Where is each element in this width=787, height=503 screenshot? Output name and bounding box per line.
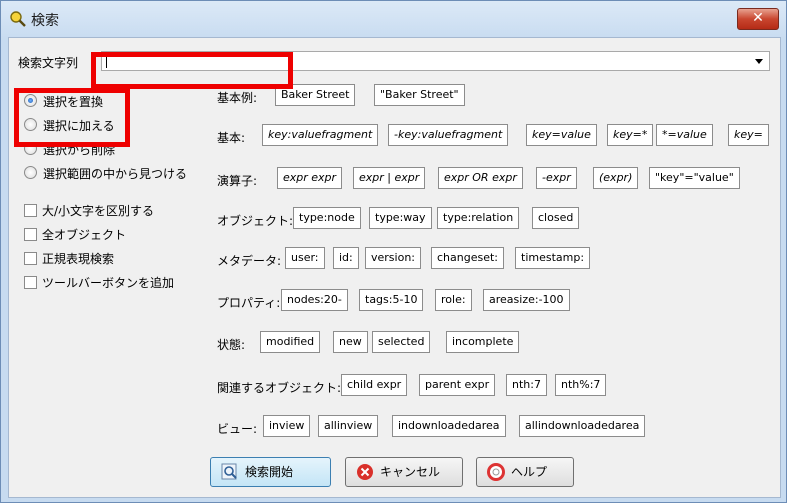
chip[interactable]: tags:5-10 [359, 289, 424, 311]
button-label: ヘルプ [511, 465, 548, 479]
chip-text: key= [734, 128, 763, 141]
chip[interactable]: -expr [536, 167, 577, 189]
chip[interactable]: "Baker Street" [374, 84, 465, 106]
chip-text: (expr) [599, 171, 633, 184]
checkbox-all-objects[interactable] [24, 228, 37, 241]
chip[interactable]: areasize:-100 [483, 289, 570, 311]
chip[interactable]: indownloadedarea [392, 415, 506, 437]
chevron-down-icon[interactable] [755, 59, 763, 64]
chip[interactable]: closed [532, 207, 580, 229]
chip[interactable]: expr OR expr [438, 167, 523, 189]
section-label-view: ビュー: [217, 422, 258, 436]
chip[interactable]: type:way [369, 207, 432, 229]
chip[interactable]: type:relation [437, 207, 520, 229]
chip-text: key=value [532, 128, 591, 141]
search-binoculars-icon [10, 11, 26, 27]
search-icon [221, 463, 237, 480]
help-button[interactable]: ヘルプ [476, 457, 574, 487]
checkbox-case-sensitive[interactable] [24, 204, 37, 217]
chip[interactable]: parent expr [419, 374, 496, 396]
button-label: 検索開始 [245, 465, 294, 479]
chip-text: expr OR expr [444, 171, 517, 184]
chip[interactable]: user: [285, 247, 325, 269]
checkbox-label: 大/小文字を区別する [42, 204, 155, 218]
section-label-basic-example: 基本例: [217, 91, 258, 105]
section-label-objects: オブジェクト: [217, 214, 294, 228]
chip-text: *=value [662, 128, 707, 141]
chip-text: expr expr [283, 171, 337, 184]
radio-label: 選択範囲の中から見つける [43, 167, 188, 181]
checkbox-label: ツールバーボタンを追加 [42, 276, 175, 290]
section-label-state: 状態: [217, 338, 246, 352]
chip-text: -key:valuefragment [394, 128, 503, 141]
chip[interactable]: type:node [293, 207, 361, 229]
chip[interactable]: key= [728, 124, 769, 146]
chip[interactable]: -key:valuefragment [388, 124, 509, 146]
chip[interactable]: (expr) [593, 167, 639, 189]
chip[interactable]: changeset: [431, 247, 504, 269]
cancel-icon [357, 464, 373, 480]
chip-text: expr | expr [359, 171, 420, 184]
chip-text: nodes:20- [287, 293, 342, 306]
title-bar[interactable]: 検索 ✕ [1, 1, 786, 37]
search-label: 検索文字列 [18, 56, 79, 70]
chip[interactable]: "key"="value" [649, 167, 740, 189]
chip[interactable]: expr | expr [353, 167, 426, 189]
chip[interactable]: allindownloadedarea [519, 415, 646, 437]
chip-text: key=* [613, 128, 648, 141]
close-icon: ✕ [752, 10, 764, 26]
chip[interactable]: timestamp: [515, 247, 591, 269]
chip[interactable]: key:valuefragment [262, 124, 379, 146]
chip[interactable]: new [333, 331, 368, 353]
chip-text: -expr [542, 171, 571, 184]
button-label: キャンセル [380, 465, 441, 479]
section-label-operators: 演算子: [217, 174, 258, 188]
chip[interactable]: nodes:20- [281, 289, 348, 311]
section-label-metadata: メタデータ: [217, 254, 282, 268]
highlight-box-search-field [91, 52, 293, 89]
cancel-button[interactable]: キャンセル [345, 457, 463, 487]
chip[interactable]: key=value [526, 124, 597, 146]
chip[interactable]: inview [263, 415, 311, 437]
chip-text: tags:5-10 [365, 293, 418, 306]
section-label-basic: 基本: [217, 131, 246, 145]
section-label-related: 関連するオブジェクト: [217, 381, 342, 395]
lifebuoy-icon [487, 463, 505, 481]
chip[interactable]: nth%:7 [555, 374, 607, 396]
chip[interactable]: *=value [656, 124, 713, 146]
highlight-box-radio-options [14, 88, 130, 147]
checkbox-label: 正規表現検索 [42, 252, 115, 266]
chip[interactable]: expr expr [277, 167, 343, 189]
chip[interactable]: selected [372, 331, 431, 353]
checkbox-regex[interactable] [24, 252, 37, 265]
radio-find-in-selection[interactable] [24, 166, 37, 179]
window-title: 検索 [31, 13, 59, 29]
chip[interactable]: key=* [607, 124, 654, 146]
chip[interactable]: child expr [341, 374, 408, 396]
search-dialog: 検索 ✕ 検索文字列 選択を置換 選択に加える 選択から削除 選択範囲の中から見… [0, 0, 787, 503]
chip[interactable]: incomplete [446, 331, 520, 353]
chip[interactable]: nth:7 [506, 374, 547, 396]
chip[interactable]: allinview [318, 415, 379, 437]
chip[interactable]: modified [260, 331, 321, 353]
chip[interactable]: id: [333, 247, 359, 269]
checkbox-label: 全オブジェクト [42, 228, 127, 242]
close-button[interactable]: ✕ [737, 8, 779, 30]
start-search-button[interactable]: 検索開始 [210, 457, 331, 487]
chip-text: areasize:-100 [489, 293, 564, 306]
chip[interactable]: role: [435, 289, 472, 311]
checkbox-toolbar-button[interactable] [24, 276, 37, 289]
chip-text: key:valuefragment [268, 128, 373, 141]
section-label-properties: プロパティ: [217, 296, 281, 310]
chip[interactable]: version: [365, 247, 421, 269]
